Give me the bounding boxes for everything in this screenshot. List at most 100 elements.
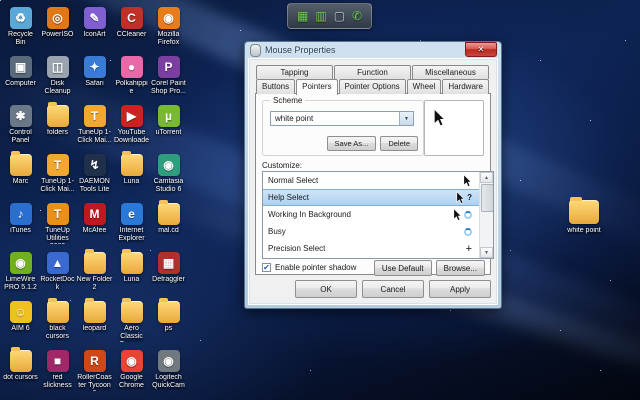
enable-pointer-shadow-checkbox[interactable]: ✔ Enable pointer shadow xyxy=(262,263,356,272)
quick-launch-toolbar: ▦ ▥ ▢ ✆ xyxy=(287,3,372,29)
window-icon[interactable]: ▢ xyxy=(334,10,345,22)
desktop-icon-luna-2[interactable]: Luna xyxy=(113,249,150,298)
folder-icon xyxy=(84,252,106,274)
help-cursor-icon: ? xyxy=(456,191,472,205)
arrow-cursor-icon xyxy=(463,174,472,188)
tab-miscellaneous[interactable]: Miscellaneous xyxy=(412,65,489,79)
call-icon[interactable]: ✆ xyxy=(352,10,362,22)
desktop-icon-disk-cleanup[interactable]: ◫Disk Cleanup xyxy=(39,53,76,102)
crosshair-cursor-icon: + xyxy=(466,244,472,254)
desktop-icon-tuneup-1click-2[interactable]: TTuneUp 1-Click Mai... xyxy=(39,151,76,200)
chevron-down-icon[interactable]: ▼ xyxy=(399,112,413,125)
folder-icon xyxy=(121,154,143,176)
desktop-icon-malcd[interactable]: mal.cd xyxy=(150,200,187,249)
desktop-icon-limewire[interactable]: ◉LimeWire PRO 5.1.2 xyxy=(2,249,39,298)
ccleaner-icon: C xyxy=(121,7,143,29)
desktop-icon-white-point[interactable]: white point xyxy=(560,200,608,235)
aim-icon: ☺ xyxy=(10,301,32,323)
rocketdock-icon: ▲ xyxy=(47,252,69,274)
desktop-icon-luna[interactable]: Luna xyxy=(113,151,150,200)
youtube-downloader-icon: ▶ xyxy=(121,105,143,127)
use-default-button[interactable]: Use Default xyxy=(374,260,432,276)
mouse-icon xyxy=(250,44,261,57)
desktop-icon-marc[interactable]: Marc xyxy=(2,151,39,200)
desktop-icon-defraggler[interactable]: ▦Defraggler xyxy=(150,249,187,298)
tab-row-secondary: Tapping Function Miscellaneous xyxy=(255,65,491,79)
desktop-icon-corel-paint-shop[interactable]: PCorel Paint Shop Pro... xyxy=(150,53,187,102)
tab-function[interactable]: Function xyxy=(334,65,411,79)
desktop-icon-daemon-tools[interactable]: ↯DAEMON Tools Lite xyxy=(76,151,113,200)
desktop-icon-ccleaner[interactable]: CCCleaner xyxy=(113,4,150,53)
dialog-button-row: OK Cancel Apply xyxy=(255,275,491,298)
tab-hardware[interactable]: Hardware xyxy=(442,79,489,94)
desktop-icon-polkahippie[interactable]: ●Polkahippie xyxy=(113,53,150,102)
desktop-icon-computer[interactable]: ▣Computer xyxy=(2,53,39,102)
stats-icon[interactable]: ▥ xyxy=(315,10,326,22)
desktop-icon-internet-explorer[interactable]: eInternet Explorer xyxy=(113,200,150,249)
desktop-icon-camtasia[interactable]: ◉Camtasia Studio 6 xyxy=(150,151,187,200)
desktop-icon-rocketdock[interactable]: ▲RocketDock xyxy=(39,249,76,298)
desktop-icon-mcafee[interactable]: MMcAfee xyxy=(76,200,113,249)
browse-button[interactable]: Browse... xyxy=(436,260,485,276)
pointer-list-scrollbar[interactable]: ▲ ▼ xyxy=(479,172,493,258)
save-as-button[interactable]: Save As... xyxy=(327,136,377,151)
tuneup-icon: T xyxy=(84,105,106,127)
tab-pointers[interactable]: Pointers xyxy=(296,79,337,95)
desktop-icon-tuneup-utilities[interactable]: TTuneUp Utilities 2009 xyxy=(39,200,76,249)
scrollbar-thumb[interactable] xyxy=(481,184,494,212)
daemon-tools-icon: ↯ xyxy=(84,154,106,176)
tab-tapping[interactable]: Tapping xyxy=(256,65,333,79)
pointer-row-working-in-background[interactable]: Working In Background xyxy=(263,206,493,223)
firefox-icon: ◉ xyxy=(158,7,180,29)
disk-cleanup-icon: ◫ xyxy=(47,56,69,78)
polkahippie-icon: ● xyxy=(121,56,143,78)
pointer-row-help-select[interactable]: Help Select ? xyxy=(263,189,493,206)
cancel-button[interactable]: Cancel xyxy=(362,280,424,298)
desktop-icon-red-slickness[interactable]: ■red slickness xyxy=(39,347,76,396)
desktop-icon-google-chrome[interactable]: ◉Google Chrome xyxy=(113,347,150,396)
desktop-icon-firefox[interactable]: ◉Mozilla Firefox xyxy=(150,4,187,53)
desktop-icon-utorrent[interactable]: µuTorrent xyxy=(150,102,187,151)
tab-wheel[interactable]: Wheel xyxy=(407,79,442,94)
scroll-up-icon[interactable]: ▲ xyxy=(480,172,493,183)
desktop-icon-aim[interactable]: ☺AIM 6 xyxy=(2,298,39,347)
mcafee-icon: M xyxy=(84,203,106,225)
desktop-icon-rollercoaster-tycoon[interactable]: RRollerCoaster Tycoon 3 xyxy=(76,347,113,396)
ok-button[interactable]: OK xyxy=(295,280,357,298)
pointer-row-busy[interactable]: Busy xyxy=(263,223,493,240)
tab-pointer-options[interactable]: Pointer Options xyxy=(339,79,406,94)
customize-label: Customize: xyxy=(262,161,302,170)
grid-icon[interactable]: ▦ xyxy=(297,10,308,22)
folder-icon xyxy=(47,301,69,323)
apply-button[interactable]: Apply xyxy=(429,280,491,298)
desktop-icon-leopard[interactable]: leopard xyxy=(76,298,113,347)
desktop-icon-youtube-downloader[interactable]: ▶YouTube Downloader xyxy=(113,102,150,151)
pointer-row-normal-select[interactable]: Normal Select xyxy=(263,172,493,189)
desktop-icon-aero-classic-cursors[interactable]: Aero Classic Cursors xyxy=(113,298,150,347)
folder-icon xyxy=(158,203,180,225)
scheme-select[interactable]: white point ▼ xyxy=(270,111,414,126)
desktop-icon-recycle-bin[interactable]: ♻Recycle Bin xyxy=(2,4,39,53)
desktop-icon-black-cursors[interactable]: black cursors xyxy=(39,298,76,347)
pointer-row-precision-select[interactable]: Precision Select + xyxy=(263,240,493,257)
desktop-icon-itunes[interactable]: ♪iTunes xyxy=(2,200,39,249)
desktop-icon-folders[interactable]: folders xyxy=(39,102,76,151)
title-bar[interactable]: Mouse Properties ✕ xyxy=(248,42,498,58)
desktop-icon-ps[interactable]: ps xyxy=(150,298,187,347)
tab-buttons[interactable]: Buttons xyxy=(256,79,295,94)
desktop-icon-dot-cursors[interactable]: dot cursors xyxy=(2,347,39,396)
desktop-icon-iconart[interactable]: ✎IconArt xyxy=(76,4,113,53)
scroll-down-icon[interactable]: ▼ xyxy=(480,247,493,258)
delete-button[interactable]: Delete xyxy=(380,136,418,151)
scheme-group-label: Scheme xyxy=(270,96,305,105)
desktop-icon-safari[interactable]: ✦Safari xyxy=(76,53,113,102)
folder-icon xyxy=(47,105,69,127)
desktop-icon-control-panel[interactable]: ✱Control Panel xyxy=(2,102,39,151)
quickcam-icon: ◉ xyxy=(158,350,180,372)
desktop-icon-logitech-quickcam[interactable]: ◉Logitech QuickCam xyxy=(150,347,187,396)
star-field xyxy=(0,0,1,1)
desktop-icon-tuneup-1click[interactable]: TTuneUp 1-Click Mai... xyxy=(76,102,113,151)
desktop-icon-new-folder-2[interactable]: New Folder 2 xyxy=(76,249,113,298)
desktop-icon-poweriso[interactable]: ◎PowerISO xyxy=(39,4,76,53)
close-button[interactable]: ✕ xyxy=(465,42,497,57)
